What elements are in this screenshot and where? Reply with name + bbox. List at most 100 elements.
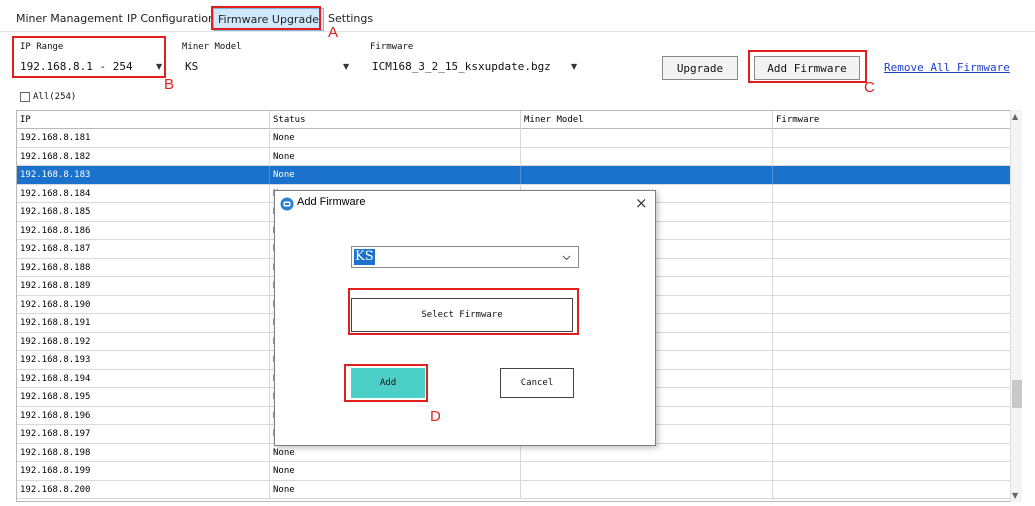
chevron-down-icon[interactable]: ▼ [1012, 491, 1018, 500]
table-cell-status: None [270, 147, 521, 166]
table-row[interactable]: 192.168.8.182 None [17, 147, 1021, 166]
table-cell-ip: 192.168.8.190 [17, 295, 270, 314]
dialog-model-select[interactable]: KS [351, 246, 579, 268]
annotation-label-d: D [430, 408, 441, 425]
table-scrollbar[interactable]: ▲ ▼ [1010, 110, 1022, 502]
table-cell-firmware [773, 369, 1011, 388]
table-cell-firmware [773, 388, 1011, 406]
tab-firmware-upgrade[interactable]: Firmware Upgrade [213, 8, 324, 31]
table-cell-firmware [773, 258, 1011, 277]
upgrade-button[interactable]: Upgrade [662, 56, 738, 80]
table-cell-ip: 192.168.8.187 [17, 240, 270, 258]
add-firmware-button[interactable]: Add Firmware [754, 56, 860, 80]
table-cell-ip: 192.168.8.182 [17, 147, 270, 166]
table-cell-ip: 192.168.8.189 [17, 277, 270, 295]
chevron-up-icon[interactable]: ▲ [1012, 112, 1018, 121]
table-row[interactable]: 192.168.8.200 None [17, 480, 1021, 499]
table-cell-firmware [773, 240, 1011, 258]
column-header-miner-model[interactable]: Miner Model [521, 111, 773, 129]
table-cell-firmware [773, 203, 1011, 221]
table-row[interactable]: 192.168.8.183 None [17, 166, 1021, 185]
table-cell-firmware [773, 443, 1011, 462]
table-cell-ip: 192.168.8.186 [17, 221, 270, 240]
table-cell-miner-model [521, 129, 773, 147]
tab-ip-configuration[interactable]: IP Configuration [127, 12, 215, 25]
table-cell-firmware [773, 406, 1011, 425]
column-header-firmware[interactable]: Firmware [773, 111, 1011, 129]
select-all-label: All(254) [33, 92, 77, 102]
dialog-title-bar: Add Firmware × [275, 191, 655, 215]
table-cell-ip: 192.168.8.196 [17, 406, 270, 425]
table-cell-firmware [773, 351, 1011, 369]
close-icon[interactable]: × [635, 194, 648, 212]
table-row[interactable]: 192.168.8.199 None [17, 462, 1021, 481]
column-header-ip[interactable]: IP [17, 111, 270, 129]
table-cell-firmware [773, 147, 1011, 166]
table-cell-ip: 192.168.8.184 [17, 184, 270, 203]
select-firmware-button[interactable]: Select Firmware [351, 298, 573, 332]
table-cell-firmware [773, 129, 1011, 147]
table-cell-status: None [270, 443, 521, 462]
table-cell-firmware [773, 462, 1011, 480]
add-firmware-dialog: Add Firmware × KS Select Firmware Add D … [274, 190, 656, 446]
table-cell-miner-model [521, 480, 773, 499]
table-cell-miner-model [521, 462, 773, 480]
table-cell-ip: 192.168.8.192 [17, 332, 270, 351]
chevron-down-icon[interactable] [562, 255, 571, 261]
table-cell-ip: 192.168.8.199 [17, 462, 270, 480]
firmware-select[interactable]: ICM168_3_2_15_ksxupdate.bgz [372, 60, 551, 73]
app-logo-icon [280, 197, 294, 211]
table-cell-miner-model [521, 147, 773, 166]
select-all-checkbox[interactable] [20, 92, 30, 102]
table-cell-ip: 192.168.8.185 [17, 203, 270, 221]
annotation-label-a: A [328, 24, 339, 41]
table-cell-ip: 192.168.8.197 [17, 425, 270, 443]
table-cell-firmware [773, 295, 1011, 314]
ip-range-label: IP Range [20, 42, 64, 52]
table-cell-ip: 192.168.8.181 [17, 129, 270, 147]
scrollbar-thumb[interactable] [1012, 380, 1022, 408]
annotation-label-b: B [164, 76, 175, 93]
table-cell-status: None [270, 480, 521, 499]
table-cell-firmware [773, 425, 1011, 443]
tab-miner-management[interactable]: Miner Management [16, 12, 123, 25]
table-cell-firmware [773, 277, 1011, 295]
table-cell-firmware [773, 221, 1011, 240]
table-cell-status: None [270, 462, 521, 480]
table-cell-firmware [773, 166, 1011, 184]
table-cell-status: None [270, 166, 521, 184]
table-cell-status: None [270, 129, 521, 147]
table-cell-firmware [773, 314, 1011, 332]
table-cell-ip: 192.168.8.188 [17, 258, 270, 277]
table-cell-firmware [773, 184, 1011, 203]
column-header-status[interactable]: Status [270, 111, 521, 129]
table-cell-ip: 192.168.8.183 [17, 166, 270, 184]
chevron-down-icon[interactable]: ▼ [571, 62, 577, 71]
firmware-label: Firmware [370, 42, 414, 52]
table-cell-ip: 192.168.8.195 [17, 388, 270, 406]
dialog-model-value: KS [354, 249, 375, 265]
annotation-label-c: C [864, 79, 875, 96]
table-cell-ip: 192.168.8.191 [17, 314, 270, 332]
table-cell-miner-model [521, 443, 773, 462]
ip-range-select[interactable]: 192.168.8.1 - 254 [20, 60, 133, 73]
table-header: IP Status Miner Model Firmware [17, 111, 1021, 129]
table-cell-firmware [773, 480, 1011, 499]
table-cell-firmware [773, 332, 1011, 351]
table-cell-ip: 192.168.8.200 [17, 480, 270, 499]
table-row[interactable]: 192.168.8.198 None [17, 443, 1021, 462]
miner-model-label: Miner Model [182, 42, 242, 52]
chevron-down-icon[interactable]: ▼ [156, 62, 162, 71]
table-cell-miner-model [521, 166, 773, 184]
table-cell-ip: 192.168.8.198 [17, 443, 270, 462]
table-cell-ip: 192.168.8.193 [17, 351, 270, 369]
miner-model-select[interactable]: KS [185, 60, 198, 73]
add-button[interactable]: Add [351, 368, 425, 398]
table-row[interactable]: 192.168.8.181 None [17, 129, 1021, 148]
tab-bar: Miner Management IP Configuration Firmwa… [0, 0, 1035, 32]
cancel-button[interactable]: Cancel [500, 368, 574, 398]
table-cell-ip: 192.168.8.194 [17, 369, 270, 388]
remove-all-firmware-link[interactable]: Remove All Firmware [884, 61, 1010, 74]
chevron-down-icon[interactable]: ▼ [343, 62, 349, 71]
dialog-title: Add Firmware [297, 196, 366, 208]
